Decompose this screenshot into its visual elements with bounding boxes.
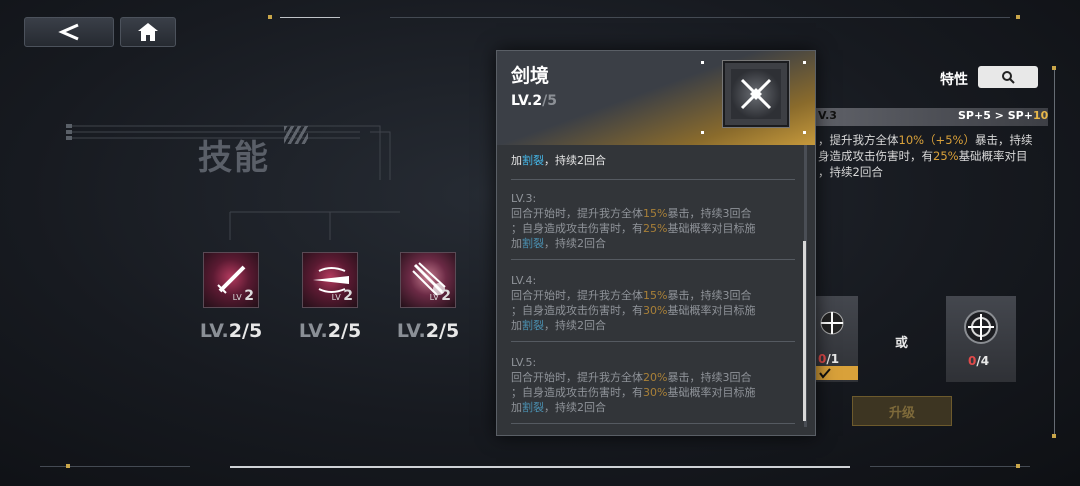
panel-corner-dot	[701, 61, 704, 64]
material-card-2[interactable]: 0/4	[946, 296, 1016, 382]
skill-slot-3-level: LV.2/5	[396, 320, 460, 342]
material-1-count: 0/1	[818, 352, 840, 366]
skill-slot-3-small-level: LV 2	[429, 288, 451, 304]
panel-corner-dot	[803, 61, 806, 64]
skill-slot-2[interactable]: LV 2	[302, 252, 358, 308]
skill-slot-2-small-level: LV 2	[331, 288, 353, 304]
level-4-effect: LV.4: 回合开始时，提升我方全体15%暴击，持续3回合 ；自身造成攻击伤害时…	[511, 274, 756, 332]
skill-detail-panel: 剑境 LV.2/5 加割裂，持续2回合 LV.3: 回合开始时，提升我方全体15…	[496, 50, 816, 436]
top-deco-tick	[268, 15, 272, 19]
back-arrow-icon	[58, 23, 79, 41]
separator	[511, 259, 795, 260]
bottom-deco-line	[230, 466, 850, 468]
separator	[511, 341, 795, 342]
right-frame-tick-top	[1052, 66, 1056, 70]
panel-scrollbar-thumb[interactable]	[803, 241, 806, 421]
material-2-icon	[964, 310, 998, 344]
bottom-deco-line-right	[870, 466, 1030, 467]
right-frame-line	[1054, 68, 1055, 438]
sp-change: SP+5 > SP+10	[958, 109, 1049, 122]
search-icon	[1002, 71, 1015, 84]
top-deco-tick-right	[1016, 15, 1020, 19]
upgrade-button[interactable]: 升级	[852, 396, 952, 426]
level-3-effect: LV.3: 回合开始时，提升我方全体15%暴击，持续3回合 ；自身造成攻击伤害时…	[511, 192, 756, 250]
skill-slot-2-level: LV.2/5	[298, 320, 362, 342]
or-label: 或	[895, 336, 909, 351]
top-deco-line	[280, 17, 340, 18]
skill-slot-1[interactable]: LV 2	[203, 252, 259, 308]
bottom-deco-tick-right	[1016, 464, 1020, 468]
material-2-count: 0/4	[968, 354, 990, 368]
trait-search-button[interactable]	[978, 66, 1038, 88]
panel-corner-dot	[803, 131, 806, 134]
check-icon	[819, 368, 831, 379]
separator	[511, 423, 795, 424]
skill-slot-3[interactable]: LV 2	[400, 252, 456, 308]
material-1-icon	[820, 311, 844, 335]
trait-description: ，提升我方全体10%（+5%）暴击，持续 身造成攻击伤害时，有25%基础概率对目…	[818, 133, 1033, 179]
skill-name: 剑境	[511, 65, 550, 87]
skills-title: 技能	[198, 138, 270, 178]
trait-label: 特性	[940, 72, 968, 88]
back-button[interactable]	[24, 17, 114, 47]
trait-bar-level: V.3	[818, 109, 837, 122]
crossed-swords-icon	[740, 78, 772, 110]
title-hatch-decoration	[284, 126, 308, 144]
right-frame-tick-bottom	[1052, 434, 1056, 438]
skill-slot-1-small-level: LV 2	[232, 288, 254, 304]
separator	[511, 179, 795, 180]
bottom-deco-line-left	[40, 466, 190, 467]
home-icon	[138, 23, 158, 41]
panel-header: 剑境 LV.2/5	[497, 51, 815, 145]
skill-icon-frame	[723, 61, 789, 127]
current-effect: 加割裂，持续2回合	[511, 154, 606, 167]
skill-slot-1-level: LV.2/5	[199, 320, 263, 342]
skill-level: LV.2/5	[511, 93, 557, 109]
panel-corner-dot	[701, 131, 704, 134]
top-deco-line-long	[390, 17, 1010, 18]
home-button[interactable]	[120, 17, 176, 47]
level-5-effect: LV.5: 回合开始时，提升我方全体20%暴击，持续3回合 ；自身造成攻击伤害时…	[511, 356, 756, 414]
bottom-deco-tick	[66, 464, 70, 468]
material-1-check-bar	[816, 366, 858, 380]
panel-body: 加割裂，持续2回合 LV.3: 回合开始时，提升我方全体15%暴击，持续3回合 …	[497, 145, 815, 435]
